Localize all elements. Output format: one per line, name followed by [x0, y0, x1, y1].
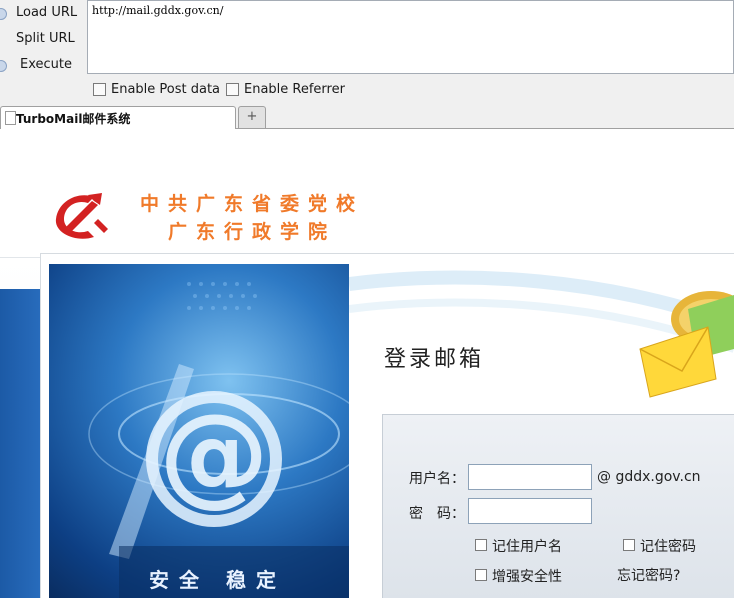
- username-input[interactable]: [468, 464, 592, 490]
- execute-label: Execute: [20, 57, 72, 72]
- mail-envelope-icon: [639, 291, 734, 398]
- enable-post-data-label: Enable Post data: [111, 82, 221, 97]
- execute-icon: [0, 60, 7, 72]
- svg-text:@: @: [159, 390, 269, 518]
- domain-suffix: @ gddx.gov.cn: [597, 469, 701, 485]
- new-tab-button[interactable]: +: [238, 106, 266, 128]
- password-label: 密 码：: [409, 506, 465, 522]
- remember-username-label: 记住用户名: [492, 539, 562, 555]
- logo-title-line2: 广东行政学院: [168, 221, 337, 243]
- tab-turbomail[interactable]: TurboMail邮件系统: [0, 106, 236, 129]
- remember-password-label: 记住密码: [640, 539, 696, 555]
- hackbar-toolbar: Load URL Split URL Execute http://mail.g…: [0, 0, 734, 104]
- hero-caption: 安全 稳定: [149, 568, 286, 592]
- enable-referrer-checkbox[interactable]: Enable Referrer: [226, 82, 346, 98]
- enhanced-security-checkbox[interactable]: 增强安全性: [475, 567, 575, 585]
- checkbox-box[interactable]: [475, 539, 487, 551]
- password-input[interactable]: [468, 498, 592, 524]
- split-url-button[interactable]: Split URL: [0, 28, 86, 50]
- execute-button[interactable]: Execute: [0, 54, 86, 76]
- web-page: 中共广东省委党校 广东行政学院 @ 安全 稳定 登录邮箱 用户名： @ gddx…: [0, 129, 734, 598]
- enable-post-data-checkbox[interactable]: Enable Post data: [93, 82, 221, 98]
- load-url-button[interactable]: Load URL: [0, 2, 86, 24]
- remember-username-checkbox[interactable]: 记住用户名: [475, 537, 575, 555]
- url-textarea[interactable]: http://mail.gddx.gov.cn/: [87, 0, 734, 74]
- load-url-icon: [0, 8, 7, 20]
- checkbox-box[interactable]: [475, 569, 487, 581]
- username-label: 用户名：: [409, 471, 465, 487]
- enable-referrer-label: Enable Referrer: [244, 82, 345, 97]
- remember-password-checkbox[interactable]: 记住密码: [623, 537, 713, 555]
- page-icon: [5, 111, 16, 125]
- enhanced-security-label: 增强安全性: [492, 569, 562, 585]
- checkbox-box[interactable]: [623, 539, 635, 551]
- login-heading: 登录邮箱: [384, 347, 485, 372]
- logo-title-line1: 中共广东省委党校: [140, 193, 365, 215]
- checkbox-box[interactable]: [226, 83, 239, 96]
- load-url-label: Load URL: [16, 5, 78, 20]
- checkbox-box[interactable]: [93, 83, 106, 96]
- tab-strip: TurboMail邮件系统 +: [0, 104, 734, 129]
- hero-image: @ 安全 稳定: [49, 264, 349, 598]
- tab-title: TurboMail邮件系统: [16, 112, 131, 126]
- hero-graphic: @: [88, 282, 349, 598]
- split-url-label: Split URL: [16, 31, 75, 46]
- forgot-password-link[interactable]: 忘记密码?: [617, 565, 680, 585]
- party-emblem-icon: [55, 193, 108, 239]
